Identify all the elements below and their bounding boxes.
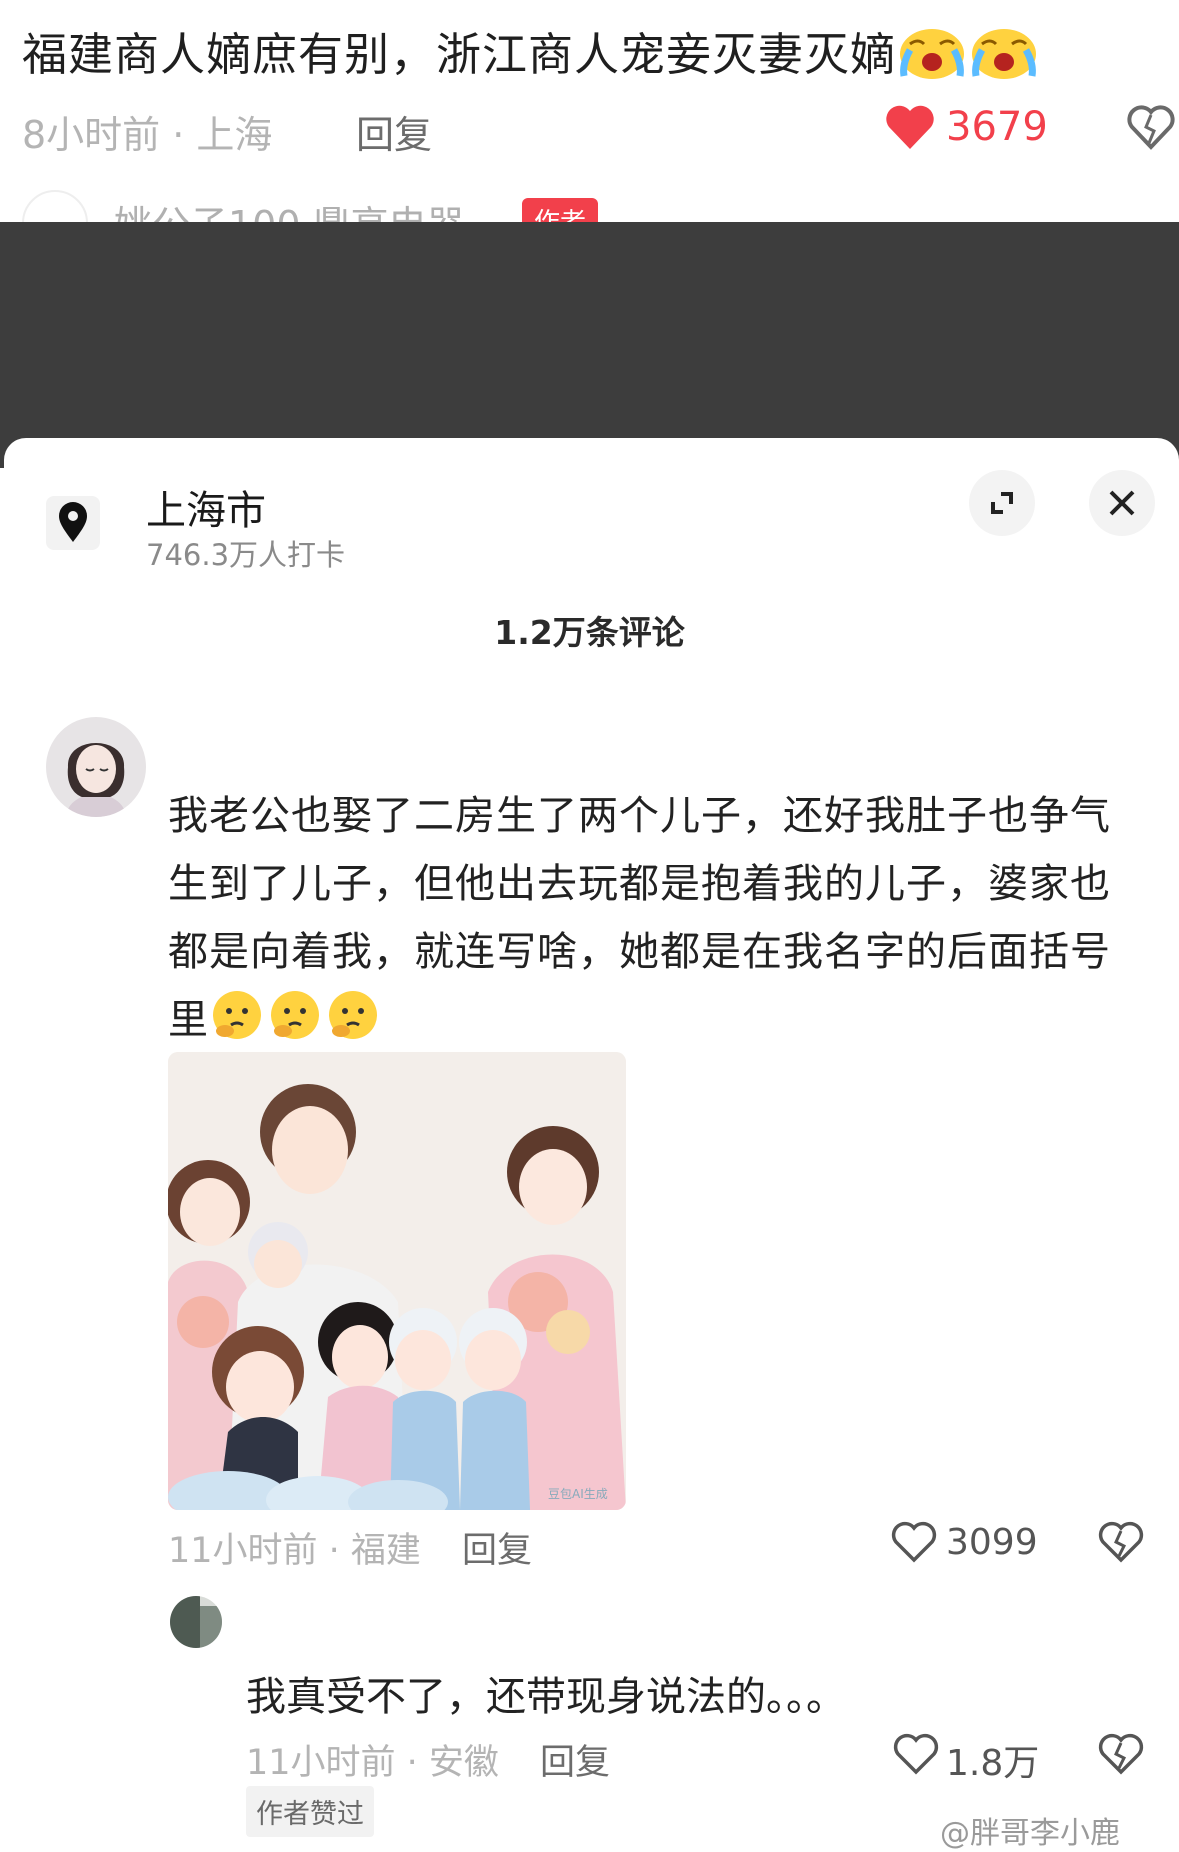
- comment1-like-count: 3099: [946, 1522, 1038, 1563]
- close-button[interactable]: [1089, 470, 1155, 536]
- reply1-like-count: 1.8万: [946, 1743, 1040, 1784]
- thinking-emoji-icon: [329, 991, 377, 1039]
- dislike-broken-heart-icon[interactable]: [1098, 1520, 1144, 1564]
- map-pin-icon: [59, 502, 87, 542]
- heart-outline-icon[interactable]: [893, 1732, 939, 1776]
- crying-emoji-icon: [972, 29, 1037, 79]
- dislike-broken-heart-icon[interactable]: [1126, 103, 1176, 151]
- heart-filled-icon[interactable]: [884, 103, 936, 151]
- top-comment-text: 福建商人嫡庶有别，浙江商人宠妾灭妻灭嫡: [22, 18, 1040, 83]
- top-comment-like-count: 3679: [946, 104, 1048, 150]
- reply1-time-location: 11小时前 · 安徽: [246, 1743, 499, 1783]
- expand-button[interactable]: [969, 470, 1035, 536]
- user-avatar-image: [170, 1596, 222, 1648]
- user-avatar-image: [46, 717, 146, 817]
- top-comment-reply-button[interactable]: 回复: [356, 104, 432, 159]
- comment1-body: 我老公也娶了二房生了两个儿子，还好我肚子也争气生到了儿子，但他出去玩都是抱着我的…: [168, 782, 1138, 1054]
- location-checkins: 746.3万人打卡: [146, 538, 346, 572]
- reply1-reply-button[interactable]: 回复: [540, 1734, 610, 1785]
- comment1-reply-button[interactable]: 回复: [462, 1522, 532, 1573]
- comment1-avatar[interactable]: [46, 717, 146, 817]
- dim-overlay[interactable]: [0, 222, 1179, 468]
- weibo-watermark: @胖哥李小鹿: [940, 1816, 1120, 1851]
- heart-outline-icon[interactable]: [891, 1520, 937, 1564]
- next-comment-cutoff: 姚公子100 鼎高电器 作者: [22, 190, 1122, 224]
- author-tag: 作者: [522, 198, 599, 224]
- family-illustration: 豆包AI生成: [168, 1052, 626, 1510]
- dislike-broken-heart-icon[interactable]: [1098, 1732, 1144, 1776]
- comment1-time-location: 11小时前 · 福建: [168, 1531, 421, 1571]
- location-title[interactable]: 上海市: [146, 478, 266, 536]
- author-avatar[interactable]: [22, 190, 88, 224]
- location-icon-box: [46, 496, 100, 550]
- expand-icon: [991, 492, 1013, 514]
- thinking-emoji-icon: [213, 991, 261, 1039]
- thinking-emoji-icon: [271, 991, 319, 1039]
- author-liked-badge: 作者赞过: [246, 1786, 374, 1837]
- reply1-avatar[interactable]: [170, 1596, 222, 1648]
- close-icon: [1109, 490, 1135, 516]
- reply1-body: 我真受不了，还带现身说法的。。。: [246, 1674, 846, 1720]
- author-name: 姚公子100 鼎高电器: [114, 194, 465, 224]
- top-comment-body: 福建商人嫡庶有别，浙江商人宠妾灭妻灭嫡: [22, 28, 897, 81]
- crying-emoji-icon: [900, 29, 965, 79]
- comment1-image[interactable]: 豆包AI生成: [168, 1052, 626, 1510]
- ai-generated-watermark: 豆包AI生成: [548, 1487, 608, 1501]
- top-comment-time-location: 8小时前 · 上海: [22, 113, 273, 157]
- comment-count-heading: 1.2万条评论: [494, 613, 685, 652]
